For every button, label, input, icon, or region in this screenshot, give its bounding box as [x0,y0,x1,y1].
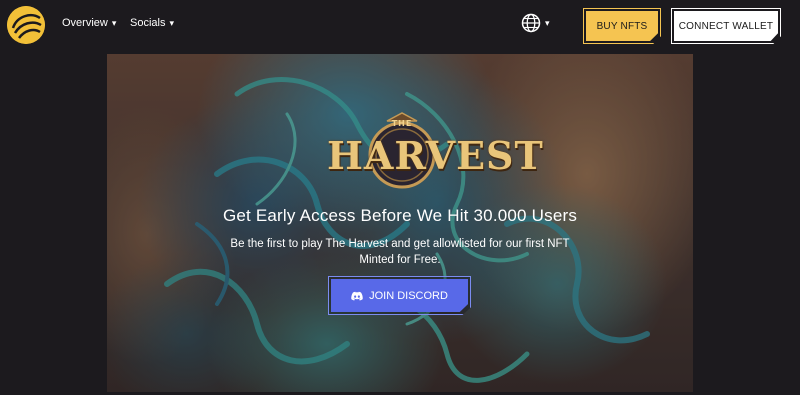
nav-overview-dropdown[interactable]: Overview ▾ [62,17,116,29]
discord-icon [351,291,363,300]
nav-overview-label: Overview [62,17,108,29]
logo-harvest-text: HARVEST [327,133,544,178]
buy-nfts-button[interactable]: BUY NFTS [583,8,661,44]
harvest-emblem-icon[interactable] [7,6,45,44]
chevron-down-icon: ▾ [169,17,174,28]
hero-subtext: Be the first to play The Harvest and get… [230,238,570,266]
nav-socials-label: Socials [130,17,166,29]
join-discord-label: JOIN DISCORD [369,289,448,302]
logo-the-text: THE [391,119,413,128]
language-selector[interactable]: ▾ [521,13,550,33]
chevron-down-icon: ▾ [111,17,117,28]
chevron-down-icon: ▾ [545,17,550,28]
the-harvest-logo: THE HARVEST [327,109,544,189]
top-navbar: Overview ▾ Socials ▾ ▾ BUY NFTS CONNECT … [0,0,800,52]
hero-heading: Get Early Access Before We Hit 30.000 Us… [222,206,578,225]
hero-banner: THE HARVEST Get Early Access Before We H… [107,54,693,392]
globe-icon [521,13,541,33]
connect-wallet-label: CONNECT WALLET [674,11,778,41]
connect-wallet-button[interactable]: CONNECT WALLET [671,8,781,44]
nav-socials-dropdown[interactable]: Socials ▾ [130,17,174,29]
join-discord-button[interactable]: JOIN DISCORD [328,276,471,315]
buy-nfts-label: BUY NFTS [586,11,658,41]
